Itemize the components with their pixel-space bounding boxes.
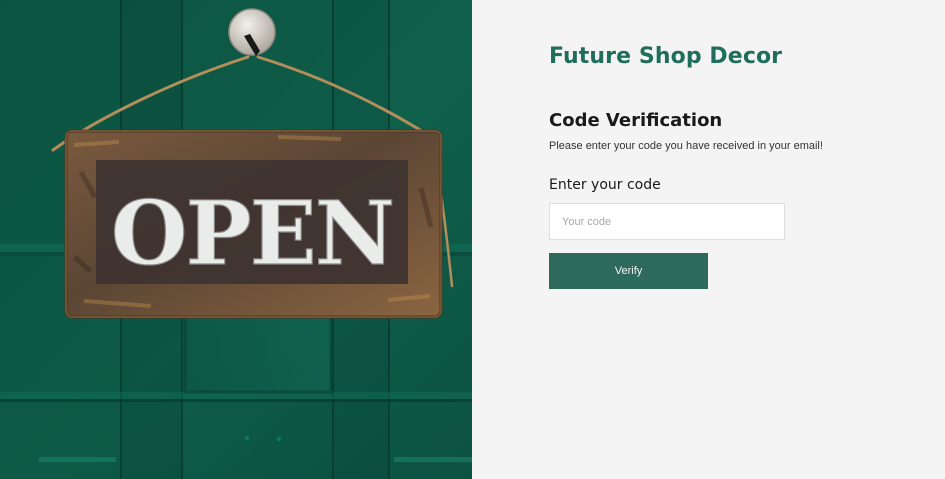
door-highlight-bottom-right — [394, 457, 472, 462]
open-sign-photo: OPEN — [0, 0, 472, 479]
page-subtitle: Please enter your code you have received… — [549, 140, 823, 152]
open-sign-text: OPEN — [111, 181, 393, 285]
door-highlight-dot-2 — [276, 436, 282, 442]
code-input[interactable] — [549, 203, 785, 240]
verification-panel: Future Shop Decor Code Verification Plea… — [472, 0, 945, 479]
verification-page: OPEN Future Shop Decor Code Verification… — [0, 0, 945, 479]
brand-title: Future Shop Decor — [549, 44, 783, 69]
door-rail-lower-shadow — [0, 399, 472, 402]
door-highlight-bottom-left — [39, 457, 116, 462]
hero-image: OPEN — [0, 0, 472, 479]
page-title: Code Verification — [549, 110, 723, 131]
door-highlight-dot-1 — [244, 435, 250, 441]
verify-button[interactable]: Verify — [549, 253, 708, 289]
code-label: Enter your code — [549, 177, 661, 193]
